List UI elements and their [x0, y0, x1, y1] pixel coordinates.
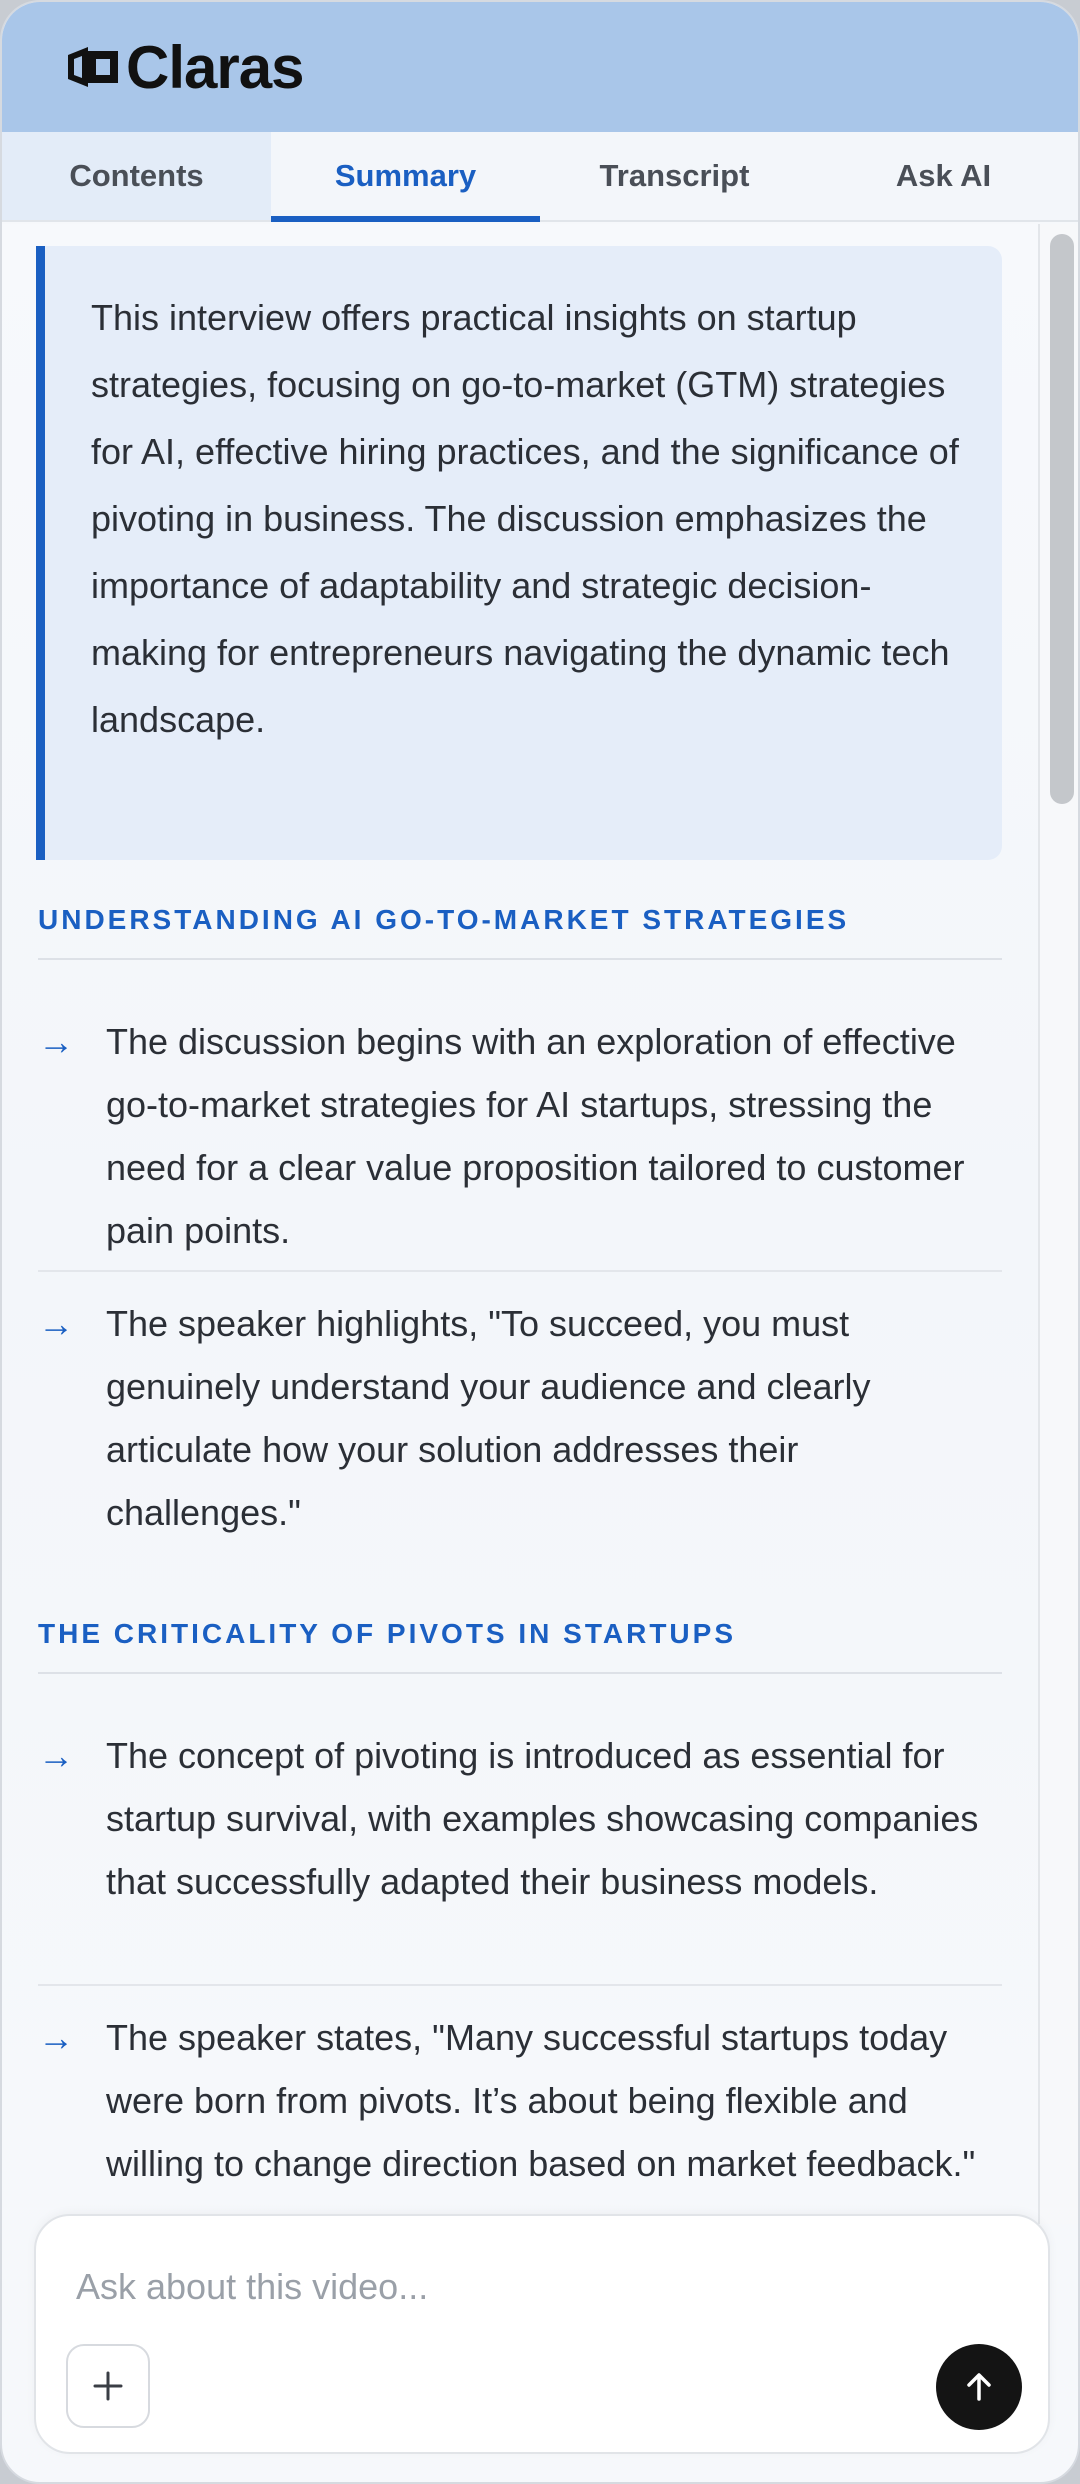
ask-input[interactable]: [76, 2262, 976, 2312]
scrollbar-track[interactable]: [1038, 224, 1078, 2224]
summary-intro-box: This interview offers practical insights…: [36, 246, 1002, 860]
plus-icon: [93, 2371, 123, 2401]
list-item: → The speaker highlights, "To succeed, y…: [38, 1292, 1002, 1544]
tab-summary[interactable]: Summary: [271, 132, 540, 222]
summary-content[interactable]: This interview offers practical insights…: [2, 224, 1038, 2224]
claras-logo-icon: [68, 47, 118, 87]
tab-transcript[interactable]: Transcript: [540, 132, 809, 220]
divider: [38, 1984, 1002, 1986]
list-item: → The discussion begins with an explorat…: [38, 1010, 1002, 1262]
list-item: → The speaker states, "Many successful s…: [38, 2006, 1002, 2195]
bullet-text: The speaker highlights, "To succeed, you…: [106, 1303, 871, 1533]
tab-ask-ai[interactable]: Ask AI: [809, 132, 1078, 220]
ask-box: [34, 2214, 1050, 2454]
bullet-text: The concept of pivoting is introduced as…: [106, 1735, 979, 1902]
summary-intro-text: This interview offers practical insights…: [91, 297, 959, 740]
brand-name: Claras: [126, 33, 304, 101]
arrow-up-icon: [967, 2373, 991, 2401]
send-button[interactable]: [936, 2344, 1022, 2430]
tab-bar: Contents Summary Transcript Ask AI: [2, 132, 1078, 222]
section-title: UNDERSTANDING AI GO-TO-MARKET STRATEGIES: [38, 904, 1002, 960]
bullet-text: The discussion begins with an exploratio…: [106, 1021, 965, 1251]
arrow-right-icon: →: [38, 2017, 74, 2058]
bullet-text: The speaker states, "Many successful sta…: [106, 2017, 976, 2184]
divider: [38, 1270, 1002, 1272]
app-header: Claras: [2, 2, 1078, 132]
app-frame: Claras Contents Summary Transcript Ask A…: [0, 0, 1080, 2484]
scrollbar-thumb[interactable]: [1050, 234, 1074, 804]
tab-contents[interactable]: Contents: [2, 132, 271, 220]
arrow-right-icon: →: [38, 1021, 74, 1062]
section-title: THE CRITICALITY OF PIVOTS IN STARTUPS: [38, 1618, 1002, 1674]
brand-logo[interactable]: Claras: [64, 33, 304, 102]
arrow-right-icon: →: [38, 1303, 74, 1344]
arrow-right-icon: →: [38, 1735, 74, 1776]
list-item: → The concept of pivoting is introduced …: [38, 1724, 1002, 1913]
attach-button[interactable]: [66, 2344, 150, 2428]
